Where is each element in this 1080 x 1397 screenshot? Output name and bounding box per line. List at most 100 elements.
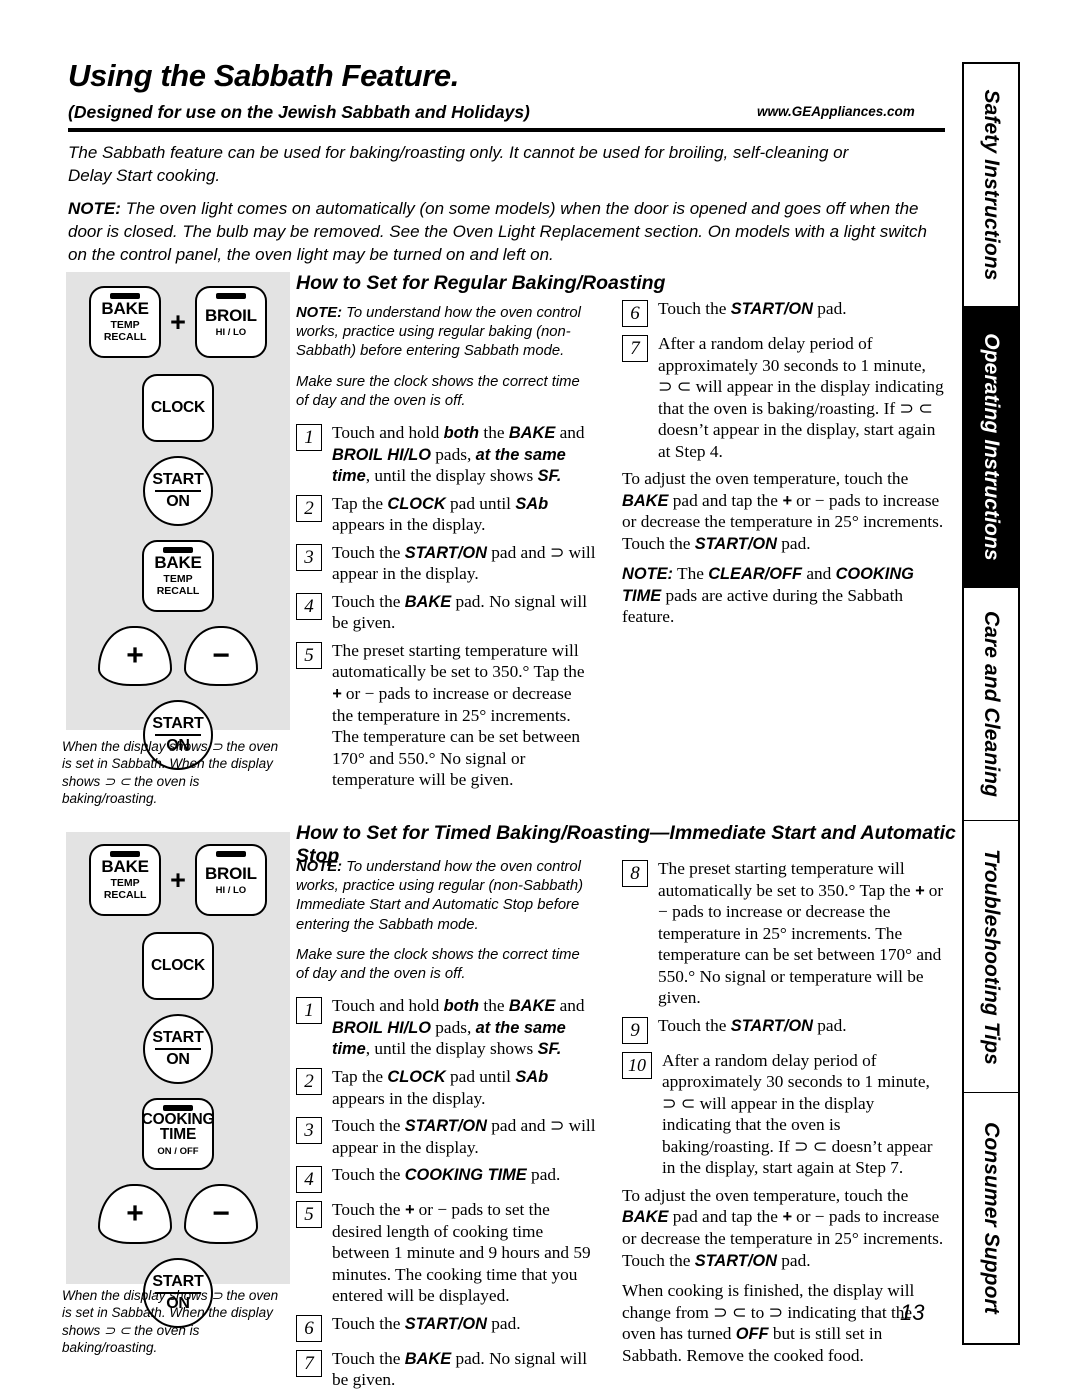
step-text: Tap the CLOCK pad until SAb appears in t…: [332, 493, 549, 535]
start-on-pad[interactable]: START ON: [143, 1014, 213, 1084]
sidebar-tab-operating-instructions[interactable]: Operating Instructions: [964, 306, 1018, 588]
step-number: 3: [296, 543, 322, 571]
website-url: www.GEAppliances.com: [757, 104, 915, 119]
start-pad-divider: [155, 489, 201, 493]
clock-pad[interactable]: CLOCK: [142, 374, 214, 442]
step-text: After a random delay period of approxima…: [662, 1050, 933, 1178]
cooking-time-label-2: TIME: [159, 1126, 197, 1144]
indicator-bar-icon: [110, 293, 141, 299]
step-item: 7 After a random delay period of approxim…: [622, 333, 944, 462]
step-number: 7: [622, 335, 648, 362]
step-item: 6 Touch the START/ON pad.: [622, 298, 944, 327]
start-pad-2-label: START: [152, 714, 204, 732]
broil-pad-sublabel: HI / LO: [215, 326, 247, 338]
step-text: Touch the BAKE pad. No signal will be gi…: [332, 1348, 587, 1390]
minus-icon: −: [212, 1197, 230, 1230]
start-on-pad[interactable]: START ON: [143, 456, 213, 526]
step-number: 5: [296, 641, 322, 669]
plus-pad[interactable]: +: [98, 626, 172, 686]
plus-pad[interactable]: +: [98, 1184, 172, 1244]
clock-pad-label: CLOCK: [150, 399, 206, 417]
indicator-bar-icon: [163, 1105, 193, 1111]
sidebar-tab-label: Operating Instructions: [980, 333, 1003, 561]
step-text: Touch the BAKE pad. No signal will be gi…: [332, 591, 587, 633]
sidebar-tab-troubleshooting-tips[interactable]: Troubleshooting Tips: [964, 821, 1018, 1093]
step-text: The preset starting temperature will aut…: [658, 859, 944, 1008]
bake-pad-2-label: BAKE: [154, 553, 202, 573]
bake-pad[interactable]: BAKE TEMP RECALL: [89, 286, 162, 358]
step-item: 1 Touch and hold both the BAKE and BROIL …: [296, 422, 596, 487]
start-pad-label: START: [152, 1028, 204, 1046]
step-text: Tap the CLOCK pad until SAb appears in t…: [332, 1067, 549, 1108]
section-2-closing-2: When cooking is finished, the display wi…: [622, 1281, 915, 1365]
broil-pad[interactable]: BROIL HI / LO: [194, 844, 267, 916]
sidebar-tab-consumer-support[interactable]: Consumer Support: [964, 1092, 1018, 1343]
section-1-note-label: NOTE:: [296, 305, 343, 321]
plus-minus-row: + −: [66, 626, 290, 686]
manual-page: Using the Sabbath Feature. (Designed for…: [0, 0, 1080, 1397]
control-panel-diagram-regular: BAKE TEMP RECALL + BROIL HI / LO CLOCK ST…: [66, 272, 290, 770]
step-number: 1: [296, 424, 322, 452]
page-title: Using the Sabbath Feature.: [68, 58, 459, 93]
step-item: 5 The preset starting temperature will au…: [296, 640, 596, 791]
step-text: Touch the START/ON pad.: [658, 299, 847, 318]
bake-broil-row-2: BAKE TEMP RECALL + BROIL HI / LO: [66, 844, 290, 916]
step-text: Touch the COOKING TIME pad.: [332, 1165, 561, 1185]
plus-combiner-icon: +: [170, 864, 186, 895]
section-2-closing-1: To adjust the oven temperature, touch th…: [622, 1185, 944, 1270]
plus-icon: +: [126, 1197, 144, 1230]
step-item: 10 After a random delay period of approxi…: [622, 1050, 944, 1179]
indicator-bar-icon: [110, 851, 141, 857]
sidebar-tab-care-and-cleaning[interactable]: Care and Cleaning: [964, 587, 1018, 822]
sidebar-tab-label: Troubleshooting Tips: [980, 848, 1003, 1065]
sidebar-tab-safety-instructions[interactable]: Safety Instructions: [964, 64, 1018, 307]
step-number: 5: [296, 1201, 322, 1229]
step-number: 9: [622, 1016, 648, 1044]
step-item: 6 Touch the START/ON pad.: [296, 1313, 596, 1342]
cooking-time-row: COOKING TIME ON / OFF: [66, 1098, 290, 1170]
step-text: Touch the START/ON pad and ⊃ will appear…: [332, 1116, 596, 1157]
cooking-time-pad[interactable]: COOKING TIME ON / OFF: [141, 1098, 215, 1170]
step-text: Touch and hold both the BAKE and BROIL H…: [332, 423, 585, 486]
step-number: 6: [296, 1314, 322, 1342]
minus-pad[interactable]: −: [184, 626, 258, 686]
step-number: 10: [622, 1051, 652, 1079]
control-panel-diagram-timed: BAKE TEMP RECALL + BROIL HI / LO CLOCK ST…: [66, 832, 290, 1328]
cooking-time-label-1: COOKING: [141, 1110, 215, 1128]
sidebar-tab-label: Consumer Support: [980, 1122, 1003, 1314]
header-rule: [68, 128, 945, 132]
section-2-middle-column: NOTE: To understand how the oven control…: [296, 858, 596, 1397]
step-text: Touch the + or − pads to set the desired…: [332, 1200, 591, 1306]
clock-pad[interactable]: CLOCK: [142, 932, 214, 1000]
minus-pad[interactable]: −: [184, 1184, 258, 1244]
start-pad-sublabel: ON: [166, 493, 190, 511]
indicator-bar-icon: [215, 851, 246, 857]
panel-2-caption: When the display shows ⊃ the oven is set…: [62, 1288, 279, 1355]
step-text: Touch and hold both the BAKE and BROIL H…: [332, 996, 585, 1059]
minus-icon: −: [212, 639, 230, 672]
bake-row-2: BAKE TEMP RECALL: [66, 540, 290, 612]
step-number: 7: [296, 1349, 322, 1377]
bake-pad[interactable]: BAKE TEMP RECALL: [89, 844, 162, 916]
step-number: 4: [296, 1166, 322, 1194]
clock-row: CLOCK: [66, 374, 290, 442]
start-pad-divider: [155, 1047, 201, 1051]
step-text: The preset starting temperature will aut…: [332, 640, 585, 790]
step-number: 8: [622, 860, 648, 887]
broil-pad-label: BROIL: [204, 863, 257, 883]
broil-pad[interactable]: BROIL HI / LO: [194, 286, 267, 358]
step-number: 4: [296, 592, 322, 620]
bake-pad-2[interactable]: BAKE TEMP RECALL: [142, 540, 214, 612]
clock-row-2: CLOCK: [66, 932, 290, 1000]
intro-note-text: The oven light comes on automatically (o…: [68, 199, 927, 264]
sidebar-tab-label: Care and Cleaning: [980, 611, 1003, 798]
clock-pad-label: CLOCK: [150, 957, 206, 975]
section-1-right-column: 6 Touch the START/ON pad. 7 After a random …: [622, 298, 944, 637]
step-number: 3: [296, 1117, 322, 1145]
indicator-bar-icon: [215, 293, 246, 299]
step-item: 7 Touch the BAKE pad. No signal will be g…: [296, 1348, 596, 1391]
page-number: 13: [900, 1300, 925, 1325]
start-pad-label: START: [152, 470, 204, 488]
start-pad-2-divider: [155, 733, 201, 737]
section-1-note-2: Make sure the clock shows the correct ti…: [296, 373, 580, 409]
